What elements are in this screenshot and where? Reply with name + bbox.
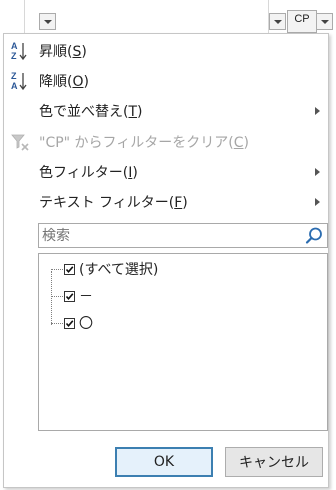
list-item[interactable]: －	[39, 286, 327, 306]
autofilter-menu: A Z 昇順(S) Z A 降順(O) 色で並べ替え(T) "CP" からフィル…	[3, 33, 329, 488]
submenu-arrow-icon	[315, 106, 320, 115]
checkbox[interactable]	[64, 263, 75, 275]
menu-accelerator: O	[72, 73, 84, 90]
filter-search-box	[38, 223, 328, 248]
checkbox[interactable]	[64, 290, 75, 302]
menu-item-sort-descending[interactable]: Z A 降順(O)	[4, 66, 328, 95]
column-filter-dropdown-button[interactable]	[269, 13, 286, 30]
tree-connector	[51, 296, 63, 297]
menu-label: テキスト フィルター(	[39, 194, 175, 211]
submenu-arrow-icon	[315, 167, 320, 176]
menu-label: "CP" からフィルターをクリア(	[39, 134, 234, 151]
clear-filter-icon	[11, 134, 29, 151]
chevron-down-icon	[44, 20, 52, 24]
ok-button[interactable]: OK	[115, 447, 213, 477]
tree-connector	[51, 323, 63, 324]
chevron-down-icon	[274, 20, 282, 24]
column-filter-dropdown-button[interactable]	[316, 13, 333, 30]
menu-item-sort-by-color[interactable]: 色で並べ替え(T)	[4, 96, 328, 125]
menu-label: 色フィルター(	[39, 164, 129, 181]
search-input[interactable]	[42, 226, 297, 245]
menu-label: 昇順(	[39, 43, 73, 60]
menu-label: 色で並べ替え(	[39, 103, 129, 120]
list-item-label: －	[79, 289, 93, 305]
sheet-header-strip: CP	[0, 0, 336, 36]
checkmark-icon	[65, 292, 74, 300]
svg-text:Z: Z	[11, 51, 17, 61]
chevron-down-icon	[321, 20, 329, 24]
gridline	[24, 0, 25, 36]
filter-value-list: (すべて選択) － 〇	[38, 253, 328, 431]
menu-label: )	[243, 134, 249, 151]
sort-ascending-icon: A Z	[11, 41, 27, 61]
checkmark-icon	[65, 319, 74, 327]
svg-text:Z: Z	[11, 71, 17, 81]
list-item-label: 〇	[79, 316, 93, 332]
search-icon[interactable]	[304, 226, 324, 246]
list-item[interactable]: 〇	[39, 313, 327, 333]
list-item-select-all[interactable]: (すべて選択)	[39, 259, 327, 279]
list-item-label: (すべて選択)	[79, 262, 159, 278]
menu-label: 降順(	[39, 73, 73, 90]
svg-text:A: A	[11, 81, 18, 91]
menu-label: )	[182, 194, 188, 211]
menu-label: )	[83, 73, 89, 90]
menu-item-text-filter[interactable]: テキスト フィルター(F)	[4, 187, 328, 216]
menu-label: )	[137, 103, 143, 120]
checkbox[interactable]	[64, 317, 75, 329]
column-header-cp[interactable]: CP	[287, 10, 317, 33]
submenu-arrow-icon	[315, 197, 320, 206]
menu-item-sort-ascending[interactable]: A Z 昇順(S)	[4, 36, 328, 65]
cancel-button[interactable]: キャンセル	[225, 447, 323, 477]
column-filter-dropdown-button[interactable]	[39, 13, 56, 30]
menu-accelerator: C	[233, 134, 244, 151]
tree-connector	[51, 269, 63, 270]
sort-descending-icon: Z A	[11, 71, 27, 91]
menu-label: )	[132, 164, 138, 181]
menu-accelerator: T	[128, 103, 138, 120]
menu-item-clear-filter: "CP" からフィルターをクリア(C)	[4, 127, 328, 156]
menu-item-color-filter[interactable]: 色フィルター(I)	[4, 157, 328, 186]
svg-text:A: A	[11, 41, 18, 51]
checkmark-icon	[65, 265, 74, 273]
menu-label: )	[81, 43, 87, 60]
